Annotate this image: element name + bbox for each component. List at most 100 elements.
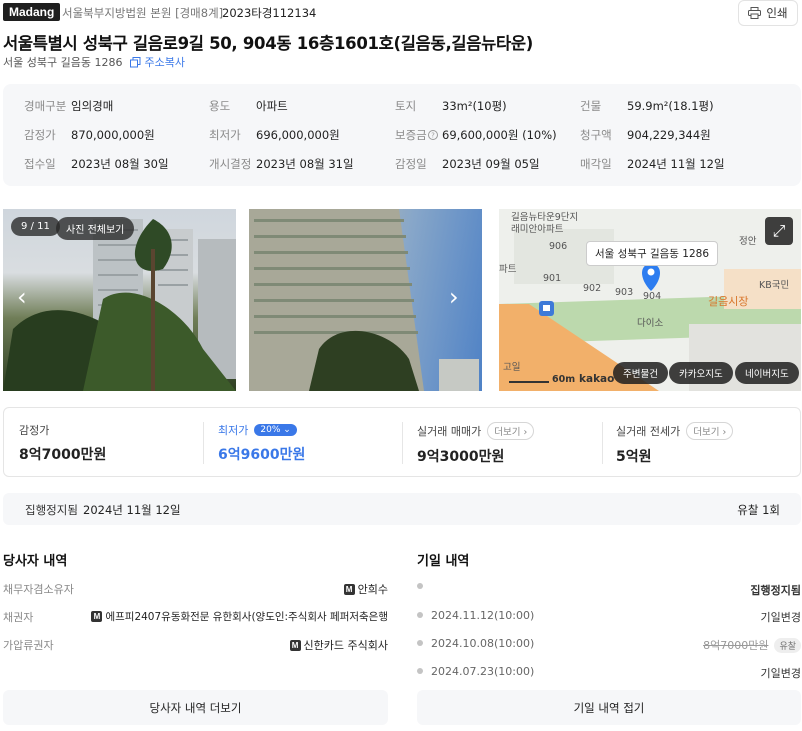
map-label-11: KB국민	[759, 280, 790, 291]
case-number: 2023타경112134	[222, 6, 317, 20]
info-value: 696,000,000원	[256, 128, 340, 142]
price-appraisal: 감정가 8억7000만원	[19, 422, 106, 464]
stay-label: 집행정지됨	[25, 503, 78, 517]
price-jeonse-value: 5억원	[616, 449, 652, 465]
court-name: 서울북부지방법원 본원 [경매8계]	[62, 6, 224, 20]
info-label: 토지	[395, 99, 417, 113]
party-value: 신한카드 주식회사	[303, 639, 388, 652]
party-label: 채권자	[3, 611, 34, 624]
price-trade-value: 9억3000만원	[417, 449, 505, 465]
printer-icon	[748, 7, 762, 19]
photo-counter: 9 / 11	[11, 217, 60, 236]
info-label: 감정일	[395, 157, 427, 171]
price-appraisal-value: 8억7000만원	[19, 447, 107, 463]
parties-section-title: 당사자 내역	[3, 554, 68, 569]
photo-prev-arrow-icon[interactable]: ‹	[17, 283, 27, 311]
info-value: 아파트	[256, 99, 288, 113]
history-date: 2024.10.08(10:00)	[431, 637, 535, 650]
info-value: 904,229,344원	[627, 128, 711, 142]
info-label: 건물	[580, 99, 602, 113]
info-value: 2023년 08월 30일	[71, 157, 169, 171]
info-label: 개시결정	[209, 157, 252, 171]
copy-address-label: 주소복사	[144, 56, 185, 69]
price-minimum-label: 최저가	[218, 424, 249, 437]
map-label-10: 길음시장	[708, 295, 749, 308]
info-value: 2023년 09월 05일	[442, 157, 540, 171]
divider	[602, 422, 603, 464]
m-badge-icon: M	[343, 583, 355, 595]
map-scale-label: 60m	[552, 374, 576, 385]
history-section-title: 기일 내역	[417, 554, 470, 569]
lot-address: 서울 성북구 길음동 1286	[3, 56, 123, 69]
price-minimum-value: 6억9600만원	[218, 447, 306, 463]
view-all-photos-button[interactable]: 사진 전체보기	[56, 217, 135, 240]
info-value: 59.9m²(18.1평)	[627, 99, 714, 113]
map-address-popup: 서울 성북구 길음동 1286	[586, 241, 719, 266]
party-value: 안희수	[357, 583, 388, 596]
price-minimum: 최저가 20% ⌄ 6억9600만원	[218, 422, 305, 464]
case-info-panel: 경매구분 임의경매 용도 아파트 토지 33m²(10평) 건물 59.9m²(…	[3, 84, 801, 186]
photo-next-arrow-icon[interactable]: ›	[449, 283, 459, 311]
m-badge-icon: M	[91, 611, 103, 622]
property-photo-1[interactable]: 9 / 11 사진 전체보기 ‹	[3, 209, 236, 391]
madang-logo[interactable]: Madang	[3, 3, 61, 21]
map-label-2: 래미안아파트	[511, 224, 564, 235]
timeline-dot	[417, 640, 423, 646]
fail-count: 유찰 1회	[737, 503, 780, 517]
divider	[203, 422, 204, 464]
chevron-right-icon: ›	[722, 427, 727, 438]
info-value: 2023년 08월 31일	[256, 157, 354, 171]
trade-more-button[interactable]: 더보기 ›	[487, 422, 535, 440]
price-jeonse-label: 실거래 전세가	[616, 425, 681, 438]
top-bar: Madang 서울북부지방법원 본원 [경매8계] 2023타경112134 인…	[0, 0, 802, 26]
jeonse-more-button[interactable]: 더보기 ›	[686, 422, 734, 440]
price-jeonse: 실거래 전세가 더보기 › 5억원	[616, 422, 734, 466]
price-appraisal-label: 감정가	[19, 424, 50, 437]
map-expand-icon[interactable]: ⤢	[765, 217, 793, 245]
price-summary: 감정가 8억7000만원 최저가 20% ⌄ 6억9600만원 실거래 매매가 …	[3, 407, 801, 477]
kakao-map-button[interactable]: 카카오지도	[669, 362, 733, 384]
location-map[interactable]: 길음뉴타운9단지 래미안아파트 906 901 902 903 904 파트 다…	[499, 209, 801, 391]
timeline-dot	[417, 583, 423, 589]
map-label-4: 901	[543, 273, 562, 284]
info-label: 접수일	[24, 157, 56, 171]
nearby-properties-button[interactable]: 주변물건	[613, 362, 668, 384]
svg-text:?: ?	[431, 132, 435, 140]
history-collapse-button[interactable]: 기일 내역 접기	[417, 690, 801, 725]
history-value: 기일변경	[760, 667, 801, 680]
info-label: 청구액	[580, 128, 612, 142]
map-label-13: 고일	[503, 362, 521, 373]
info-label: 경매구분	[24, 99, 67, 113]
map-label-3: 906	[549, 241, 568, 252]
map-label-7: 904	[643, 291, 662, 302]
copy-icon	[130, 56, 141, 67]
property-title: 서울특별시 성북구 길음로9길 50, 904동 16층1601호(길음동,길음…	[3, 34, 534, 53]
info-value: 2024년 11월 12일	[627, 157, 725, 171]
copy-address-button[interactable]: 주소복사	[130, 54, 185, 70]
price-trade-label: 실거래 매매가	[417, 425, 482, 438]
party-label: 가압류권자	[3, 639, 54, 652]
map-label-12: 정안	[739, 236, 757, 247]
property-photo-2[interactable]: ›	[249, 209, 482, 391]
stay-date: 2024년 11월 12일	[83, 503, 181, 517]
minimum-percent-badge: 20% ⌄	[254, 424, 297, 436]
history-date: 2024.07.23(10:00)	[431, 665, 535, 678]
help-icon[interactable]: ?	[427, 130, 438, 140]
timeline-dot	[417, 612, 423, 618]
print-label: 인쇄	[766, 6, 788, 20]
history-value: 8억7000만원	[703, 639, 769, 652]
map-label-9: 다이소	[637, 318, 664, 329]
history-value: 집행정지됨	[750, 584, 801, 597]
party-value: 에프피2407유동화전문 유한회사(양도인:주식회사 페퍼저축은행	[105, 611, 388, 623]
history-date: 2024.11.12(10:00)	[431, 609, 535, 622]
print-button[interactable]: 인쇄	[738, 0, 798, 26]
chevron-right-icon: ›	[523, 427, 528, 438]
execution-stay-banner: 집행정지됨 2024년 11월 12일 유찰 1회	[3, 493, 801, 525]
info-label: 용도	[209, 99, 231, 113]
timeline-dot	[417, 668, 423, 674]
parties-more-button[interactable]: 당사자 내역 더보기	[3, 690, 388, 725]
info-value: 870,000,000원	[71, 128, 155, 142]
naver-map-button[interactable]: 네이버지도	[735, 362, 799, 384]
divider	[402, 422, 403, 464]
price-trade: 실거래 매매가 더보기 › 9억3000만원	[417, 422, 535, 466]
